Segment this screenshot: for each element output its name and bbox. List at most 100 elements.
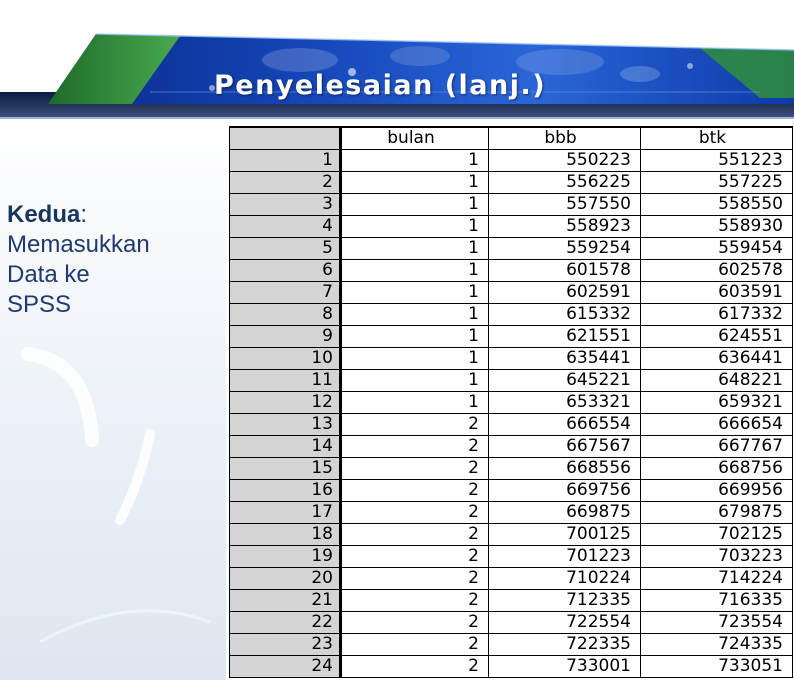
row-number[interactable]: 13 — [229, 413, 342, 436]
cell-btk[interactable]: 669956 — [640, 479, 793, 502]
row-number[interactable]: 21 — [229, 589, 342, 612]
cell-btk[interactable]: 617332 — [640, 303, 793, 326]
cell-bbb[interactable]: 722554 — [488, 611, 641, 634]
cell-bbb[interactable]: 645221 — [488, 369, 641, 392]
row-number[interactable]: 1 — [229, 149, 342, 172]
cell-btk[interactable]: 679875 — [640, 501, 793, 524]
cell-btk[interactable]: 603591 — [640, 281, 793, 304]
cell-btk[interactable]: 723554 — [640, 611, 793, 634]
cell-bbb[interactable]: 550223 — [488, 149, 641, 172]
cell-bbb[interactable]: 615332 — [488, 303, 641, 326]
cell-bbb[interactable]: 621551 — [488, 325, 641, 348]
row-number[interactable]: 19 — [229, 545, 342, 568]
cell-bbb[interactable]: 559254 — [488, 237, 641, 260]
cell-bulan[interactable]: 2 — [340, 501, 489, 524]
cell-bulan[interactable]: 1 — [340, 259, 489, 282]
cell-btk[interactable]: 702125 — [640, 523, 793, 546]
cell-bbb[interactable]: 722335 — [488, 633, 641, 656]
cell-bulan[interactable]: 1 — [340, 281, 489, 304]
cell-bbb[interactable]: 557550 — [488, 193, 641, 216]
row-number[interactable]: 7 — [229, 281, 342, 304]
row-number[interactable]: 2 — [229, 171, 342, 194]
cell-bbb[interactable]: 556225 — [488, 171, 641, 194]
row-number[interactable]: 15 — [229, 457, 342, 480]
cell-bbb[interactable]: 710224 — [488, 567, 641, 590]
cell-bulan[interactable]: 2 — [340, 479, 489, 502]
cell-btk[interactable]: 716335 — [640, 589, 793, 612]
row-number[interactable]: 17 — [229, 501, 342, 524]
row-number[interactable]: 11 — [229, 369, 342, 392]
cell-bbb[interactable]: 712335 — [488, 589, 641, 612]
cell-btk[interactable]: 648221 — [640, 369, 793, 392]
cell-bulan[interactable]: 2 — [340, 435, 489, 458]
cell-bulan[interactable]: 1 — [340, 193, 489, 216]
row-number[interactable]: 24 — [229, 655, 342, 678]
cell-bulan[interactable]: 2 — [340, 589, 489, 612]
cell-btk[interactable]: 559454 — [640, 237, 793, 260]
cell-btk[interactable]: 557225 — [640, 171, 793, 194]
column-header-bbb[interactable]: bbb — [488, 126, 641, 150]
cell-bbb[interactable]: 669756 — [488, 479, 641, 502]
cell-btk[interactable]: 558930 — [640, 215, 793, 238]
cell-bbb[interactable]: 558923 — [488, 215, 641, 238]
cell-bulan[interactable]: 2 — [340, 633, 489, 656]
cell-bbb[interactable]: 602591 — [488, 281, 641, 304]
row-number[interactable]: 8 — [229, 303, 342, 326]
cell-bulan[interactable]: 2 — [340, 457, 489, 480]
cell-btk[interactable]: 703223 — [640, 545, 793, 568]
cell-bbb[interactable]: 668556 — [488, 457, 641, 480]
cell-bulan[interactable]: 1 — [340, 391, 489, 414]
cell-btk[interactable]: 666654 — [640, 413, 793, 436]
cell-btk[interactable]: 668756 — [640, 457, 793, 480]
row-number[interactable]: 23 — [229, 633, 342, 656]
cell-btk[interactable]: 558550 — [640, 193, 793, 216]
cell-bulan[interactable]: 1 — [340, 369, 489, 392]
cell-btk[interactable]: 624551 — [640, 325, 793, 348]
row-number[interactable]: 14 — [229, 435, 342, 458]
cell-bulan[interactable]: 1 — [340, 215, 489, 238]
cell-bbb[interactable]: 635441 — [488, 347, 641, 370]
row-number[interactable]: 20 — [229, 567, 342, 590]
cell-bbb[interactable]: 701223 — [488, 545, 641, 568]
cell-bulan[interactable]: 2 — [340, 545, 489, 568]
cell-btk[interactable]: 659321 — [640, 391, 793, 414]
column-header-btk[interactable]: btk — [640, 126, 793, 150]
cell-bulan[interactable]: 2 — [340, 611, 489, 634]
row-number[interactable]: 22 — [229, 611, 342, 634]
row-number[interactable]: 10 — [229, 347, 342, 370]
cell-bbb[interactable]: 601578 — [488, 259, 641, 282]
cell-btk[interactable]: 636441 — [640, 347, 793, 370]
row-number[interactable]: 16 — [229, 479, 342, 502]
cell-bulan[interactable]: 1 — [340, 237, 489, 260]
cell-btk[interactable]: 667767 — [640, 435, 793, 458]
cell-bbb[interactable]: 666554 — [488, 413, 641, 436]
cell-btk[interactable]: 602578 — [640, 259, 793, 282]
cell-bbb[interactable]: 653321 — [488, 391, 641, 414]
cell-btk[interactable]: 714224 — [640, 567, 793, 590]
cell-btk[interactable]: 551223 — [640, 149, 793, 172]
cell-bulan[interactable]: 1 — [340, 149, 489, 172]
cell-bulan[interactable]: 1 — [340, 325, 489, 348]
row-number[interactable]: 12 — [229, 391, 342, 414]
row-number[interactable]: 5 — [229, 237, 342, 260]
row-number[interactable]: 6 — [229, 259, 342, 282]
column-header-bulan[interactable]: bulan — [340, 126, 489, 150]
row-number[interactable]: 9 — [229, 325, 342, 348]
cell-bbb[interactable]: 667567 — [488, 435, 641, 458]
cell-bbb[interactable]: 700125 — [488, 523, 641, 546]
row-number[interactable]: 18 — [229, 523, 342, 546]
cell-bulan[interactable]: 1 — [340, 347, 489, 370]
grid-corner-cell[interactable] — [229, 126, 342, 150]
cell-bulan[interactable]: 1 — [340, 303, 489, 326]
cell-btk[interactable]: 724335 — [640, 633, 793, 656]
cell-bbb[interactable]: 733001 — [488, 655, 641, 678]
cell-bbb[interactable]: 669875 — [488, 501, 641, 524]
cell-bulan[interactable]: 2 — [340, 655, 489, 678]
row-number[interactable]: 4 — [229, 215, 342, 238]
cell-bulan[interactable]: 2 — [340, 567, 489, 590]
cell-btk[interactable]: 733051 — [640, 655, 793, 678]
cell-bulan[interactable]: 2 — [340, 413, 489, 436]
row-number[interactable]: 3 — [229, 193, 342, 216]
cell-bulan[interactable]: 2 — [340, 523, 489, 546]
cell-bulan[interactable]: 1 — [340, 171, 489, 194]
